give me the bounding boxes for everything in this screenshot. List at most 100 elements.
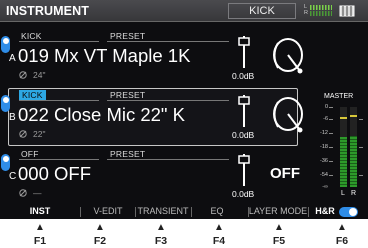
layer-slot-label: C — [9, 171, 17, 182]
drum-size: — — [19, 188, 42, 198]
master-meter-right — [350, 107, 357, 187]
divider — [19, 41, 229, 42]
instrument-kind-label: OFF — [21, 149, 39, 159]
tab-eq[interactable]: EQ — [191, 204, 243, 219]
f4-label: F4 — [212, 235, 226, 247]
master-meter-left — [340, 107, 347, 187]
layer-a-toggle[interactable] — [1, 36, 10, 53]
drum-size: 22" — [19, 129, 45, 139]
header-level-meter: L R — [304, 3, 334, 19]
master-meter-left-fill — [340, 137, 347, 187]
up-arrow-icon: ▲ — [35, 222, 45, 233]
kick-drum-icon — [273, 97, 303, 133]
level-fader-icon[interactable] — [234, 93, 254, 129]
f2-label: F2 — [93, 235, 107, 247]
scale-tick — [329, 175, 333, 176]
divider — [19, 100, 229, 101]
header-bar: INSTRUMENT KICK L R — [0, 0, 368, 22]
divider — [19, 159, 229, 160]
f3-key[interactable]: ▲ F3 — [141, 222, 181, 247]
f6-label: F6 — [335, 235, 349, 247]
layer-slot-label: B — [9, 112, 16, 123]
kit-name-box: KICK — [228, 3, 296, 19]
level-value: 0.0dB — [232, 71, 255, 81]
master-l-label: L — [341, 190, 345, 197]
preset-label: PRESET — [110, 149, 146, 159]
preset-label: PRESET — [110, 31, 146, 41]
diameter-icon — [19, 189, 27, 197]
header-meter-r-bar — [310, 11, 332, 16]
scale-tick-label: -18 — [320, 144, 328, 150]
master-meter-right-peak — [350, 115, 357, 117]
up-arrow-icon: ▲ — [274, 222, 284, 233]
up-arrow-icon: ▲ — [214, 222, 224, 233]
level-fader-icon[interactable] — [234, 34, 254, 70]
kit-drum-icon — [339, 5, 355, 17]
layer-c-toggle[interactable] — [1, 154, 10, 171]
tab-hr[interactable]: H&R — [312, 204, 338, 219]
scale-tick-label: 0 — [324, 104, 328, 110]
level-value: 0.0dB — [232, 130, 255, 140]
hr-toggle-switch[interactable] — [339, 207, 358, 217]
f2-key[interactable]: ▲ F2 — [80, 222, 120, 247]
layer-row-b[interactable]: B KICK PRESET 022 Close Mic 22" K 22" 0.… — [0, 88, 310, 146]
tab-v-edit[interactable]: V-EDIT — [81, 204, 135, 219]
f1-key[interactable]: ▲ F1 — [20, 222, 60, 247]
kick-drum-icon — [273, 38, 303, 74]
scale-tick — [359, 175, 363, 176]
diameter-icon — [19, 130, 27, 138]
scale-tick — [329, 133, 333, 134]
instrument-kind-label: KICK — [21, 31, 42, 41]
scale-tick-label: -54 — [320, 172, 328, 178]
instrument-name[interactable]: 022 Close Mic 22" K — [18, 104, 185, 126]
screen-title: INSTRUMENT — [6, 4, 89, 18]
drum-size: 24" — [19, 70, 45, 80]
scale-tick — [329, 107, 333, 108]
layer-row-c[interactable]: C OFF PRESET 000 OFF — 0.0dB OFF — [0, 147, 310, 205]
level-value: 0.0dB — [232, 189, 255, 199]
instrument-kind-label: KICK — [19, 90, 46, 100]
preset-label: PRESET — [110, 90, 146, 100]
level-fader-icon[interactable] — [234, 152, 254, 188]
f5-label: F5 — [272, 235, 286, 247]
master-meter-left-peak — [340, 117, 347, 119]
scale-tick-label: -6 — [323, 116, 328, 122]
scale-tick — [329, 147, 333, 148]
tab-separator — [308, 207, 309, 217]
function-tab-bar: INST V-EDIT TRANSIENT EQ LAYER MODE H&R — [0, 204, 368, 219]
f6-key[interactable]: ▲ F6 — [322, 222, 362, 247]
f5-key[interactable]: ▲ F5 — [259, 222, 299, 247]
scale-tick-label: -36 — [320, 158, 328, 164]
tab-transient[interactable]: TRANSIENT — [135, 204, 191, 219]
diameter-icon — [19, 71, 27, 79]
scale-tick — [329, 161, 333, 162]
tab-inst[interactable]: INST — [22, 204, 58, 219]
tab-layer-mode[interactable]: LAYER MODE — [248, 204, 308, 219]
master-r-label: R — [351, 190, 357, 197]
instrument-name[interactable]: 019 Mx VT Maple 1K — [18, 45, 190, 67]
up-arrow-icon: ▲ — [156, 222, 166, 233]
up-arrow-icon: ▲ — [337, 222, 347, 233]
header-meter-r-label: R — [304, 10, 308, 16]
layer-slot-label: A — [9, 53, 16, 64]
master-meter-right-fill — [350, 136, 357, 187]
f1-label: F1 — [33, 235, 47, 247]
off-indicator: OFF — [270, 165, 300, 182]
scale-tick — [329, 119, 333, 120]
drum-size-value: 22" — [33, 129, 46, 139]
instrument-screen: INSTRUMENT KICK L R A KICK PRESET 019 Mx… — [0, 0, 368, 219]
f4-key[interactable]: ▲ F4 — [199, 222, 239, 247]
scale-tick — [359, 147, 363, 148]
scale-tick — [359, 119, 363, 120]
header-meter-l-bar — [310, 5, 332, 10]
layer-row-a[interactable]: A KICK PRESET 019 Mx VT Maple 1K 24" 0.0… — [0, 29, 310, 87]
f3-label: F3 — [154, 235, 168, 247]
drum-size-value: — — [33, 188, 42, 198]
instrument-name[interactable]: 000 OFF — [18, 163, 91, 185]
drum-size-value: 24" — [33, 70, 46, 80]
layer-b-toggle[interactable] — [1, 95, 10, 112]
scale-tick-label: -12 — [320, 130, 328, 136]
up-arrow-icon: ▲ — [95, 222, 105, 233]
scale-tick-label: -∞ — [322, 184, 328, 190]
master-label: MASTER — [324, 93, 354, 100]
